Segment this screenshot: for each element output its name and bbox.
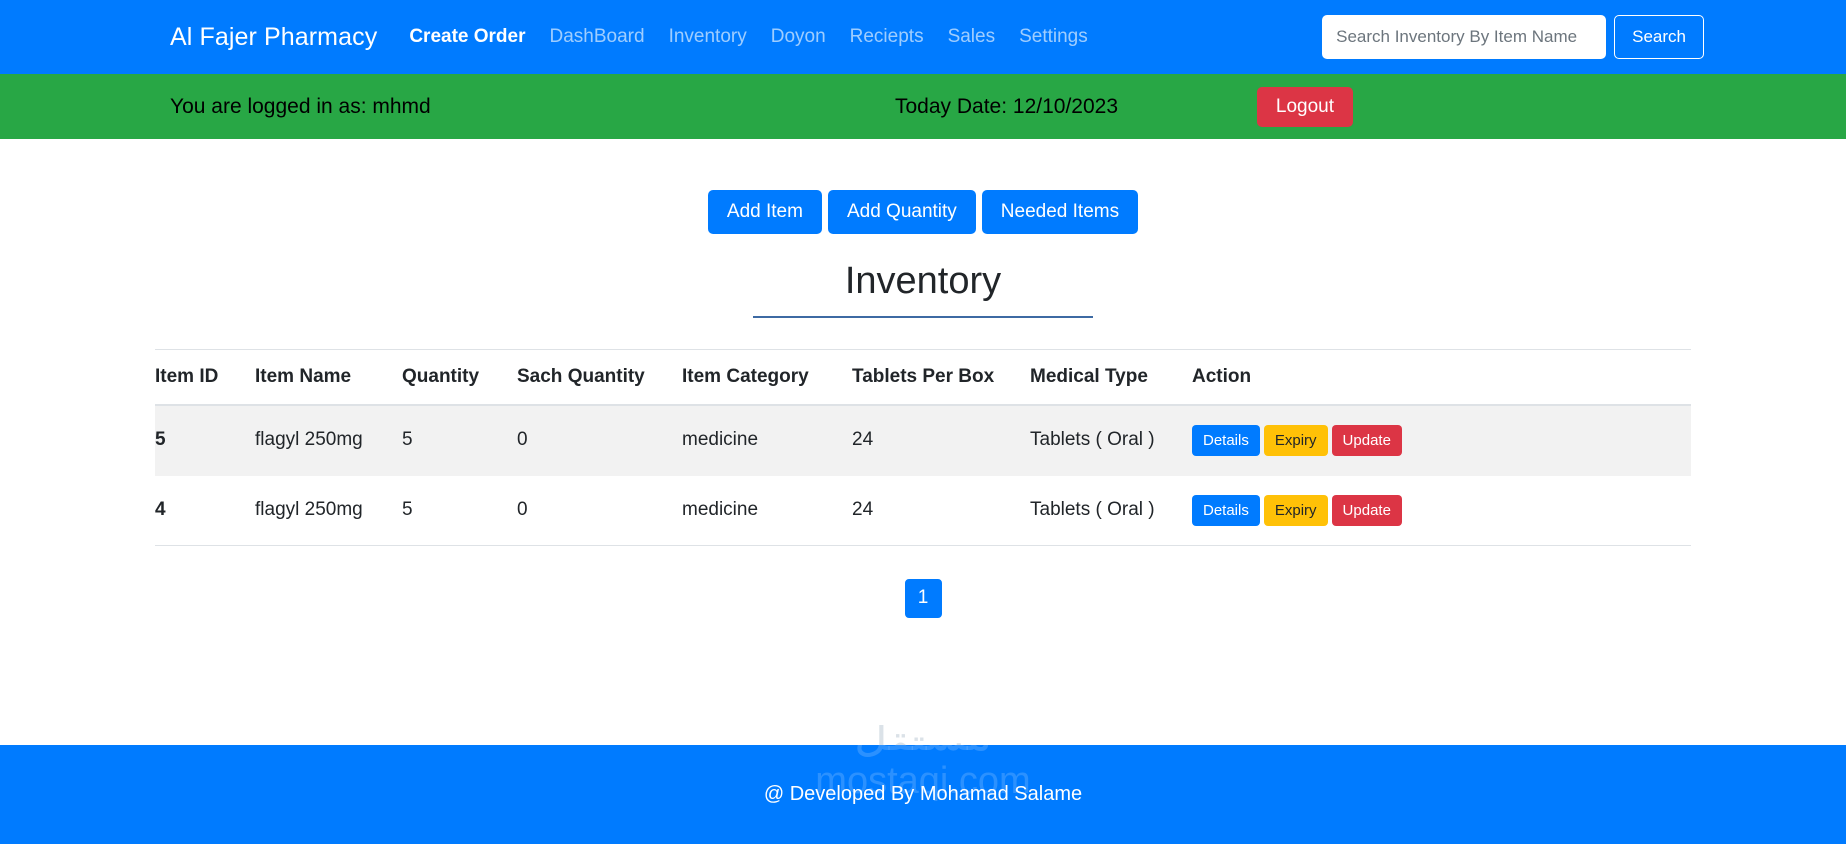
toolbar-buttons: Add Item Add Quantity Needed Items <box>0 139 1846 234</box>
table-head: Item ID Item Name Quantity Sach Quantity… <box>155 348 1691 406</box>
cell-quantity: 5 <box>402 475 517 546</box>
column-header-item-name: Item Name <box>255 348 402 406</box>
nav-link-sales[interactable]: Sales <box>948 26 996 48</box>
pagination-page-1[interactable]: 1 <box>904 578 942 618</box>
cell-item-category: medicine <box>682 475 852 546</box>
cell-item-id: 4 <box>155 475 255 546</box>
search-form: Search <box>1322 15 1704 59</box>
footer-watermark-arabic: مستقل <box>723 745 1123 757</box>
cell-medical-type: Tablets ( Oral ) <box>1030 475 1192 546</box>
top-navbar: Al Fajer Pharmacy Create Order DashBoard… <box>0 0 1846 74</box>
add-quantity-button[interactable]: Add Quantity <box>827 190 976 234</box>
cell-item-id: 5 <box>155 404 255 476</box>
page-title-wrapper: Inventory <box>0 260 1846 318</box>
column-header-item-id: Item ID <box>155 348 255 406</box>
table-row: 5 flagyl 250mg 5 0 medicine 24 Tablets (… <box>155 404 1691 476</box>
nav-link-inventory[interactable]: Inventory <box>669 26 747 48</box>
page-footer: مستقل mostaqi.com @ Developed By Mohamad… <box>0 745 1846 844</box>
nav-links: Create Order DashBoard Inventory Doyon R… <box>409 26 1322 48</box>
nav-link-settings[interactable]: Settings <box>1019 26 1088 48</box>
cell-medical-type: Tablets ( Oral ) <box>1030 404 1192 476</box>
cell-item-name: flagyl 250mg <box>255 475 402 546</box>
cell-actions: Details Expiry Update <box>1192 404 1691 476</box>
expiry-button[interactable]: Expiry <box>1263 494 1328 526</box>
nav-link-doyon[interactable]: Doyon <box>771 26 826 48</box>
update-button[interactable]: Update <box>1331 494 1402 526</box>
column-header-tablets-per-box: Tablets Per Box <box>852 348 1030 406</box>
add-item-button[interactable]: Add Item <box>707 190 822 234</box>
cell-item-category: medicine <box>682 404 852 476</box>
inventory-table-wrapper: Item ID Item Name Quantity Sach Quantity… <box>155 348 1691 546</box>
page-title: Inventory <box>753 260 1093 318</box>
details-button[interactable]: Details <box>1192 424 1260 456</box>
column-header-item-category: Item Category <box>682 348 852 406</box>
cell-quantity: 5 <box>402 404 517 476</box>
cell-actions: Details Expiry Update <box>1192 475 1691 546</box>
status-bar: You are logged in as: mhmd Today Date: 1… <box>0 74 1846 139</box>
inventory-table: Item ID Item Name Quantity Sach Quantity… <box>155 348 1691 546</box>
table-header-row: Item ID Item Name Quantity Sach Quantity… <box>155 348 1691 406</box>
nav-link-dashboard[interactable]: DashBoard <box>550 26 645 48</box>
row-action-buttons: Details Expiry Update <box>1192 494 1679 526</box>
expiry-button[interactable]: Expiry <box>1263 424 1328 456</box>
column-header-sach-quantity: Sach Quantity <box>517 348 682 406</box>
needed-items-button[interactable]: Needed Items <box>981 190 1139 234</box>
details-button[interactable]: Details <box>1192 494 1260 526</box>
brand-title[interactable]: Al Fajer Pharmacy <box>170 23 377 52</box>
column-header-quantity: Quantity <box>402 348 517 406</box>
cell-tablets-per-box: 24 <box>852 404 1030 476</box>
table-row: 4 flagyl 250mg 5 0 medicine 24 Tablets (… <box>155 475 1691 546</box>
column-header-action: Action <box>1192 348 1691 406</box>
main-content: Add Item Add Quantity Needed Items Inven… <box>0 139 1846 812</box>
logout-button[interactable]: Logout <box>1256 86 1353 127</box>
cell-tablets-per-box: 24 <box>852 475 1030 546</box>
logged-in-user-text: You are logged in as: mhmd <box>170 94 431 118</box>
search-button[interactable]: Search <box>1614 15 1704 59</box>
cell-sach-quantity: 0 <box>517 475 682 546</box>
column-header-medical-type: Medical Type <box>1030 348 1192 406</box>
cell-item-name: flagyl 250mg <box>255 404 402 476</box>
nav-link-create-order[interactable]: Create Order <box>409 26 525 48</box>
update-button[interactable]: Update <box>1331 424 1402 456</box>
search-input[interactable] <box>1322 15 1607 59</box>
row-action-buttons: Details Expiry Update <box>1192 424 1679 456</box>
today-date-text: Today Date: 12/10/2023 <box>895 94 1119 118</box>
footer-credit-text: @ Developed By Mohamad Salame <box>763 783 1083 805</box>
pagination: 1 <box>0 578 1846 618</box>
table-body: 5 flagyl 250mg 5 0 medicine 24 Tablets (… <box>155 404 1691 546</box>
nav-link-reciepts[interactable]: Reciepts <box>850 26 924 48</box>
cell-sach-quantity: 0 <box>517 404 682 476</box>
